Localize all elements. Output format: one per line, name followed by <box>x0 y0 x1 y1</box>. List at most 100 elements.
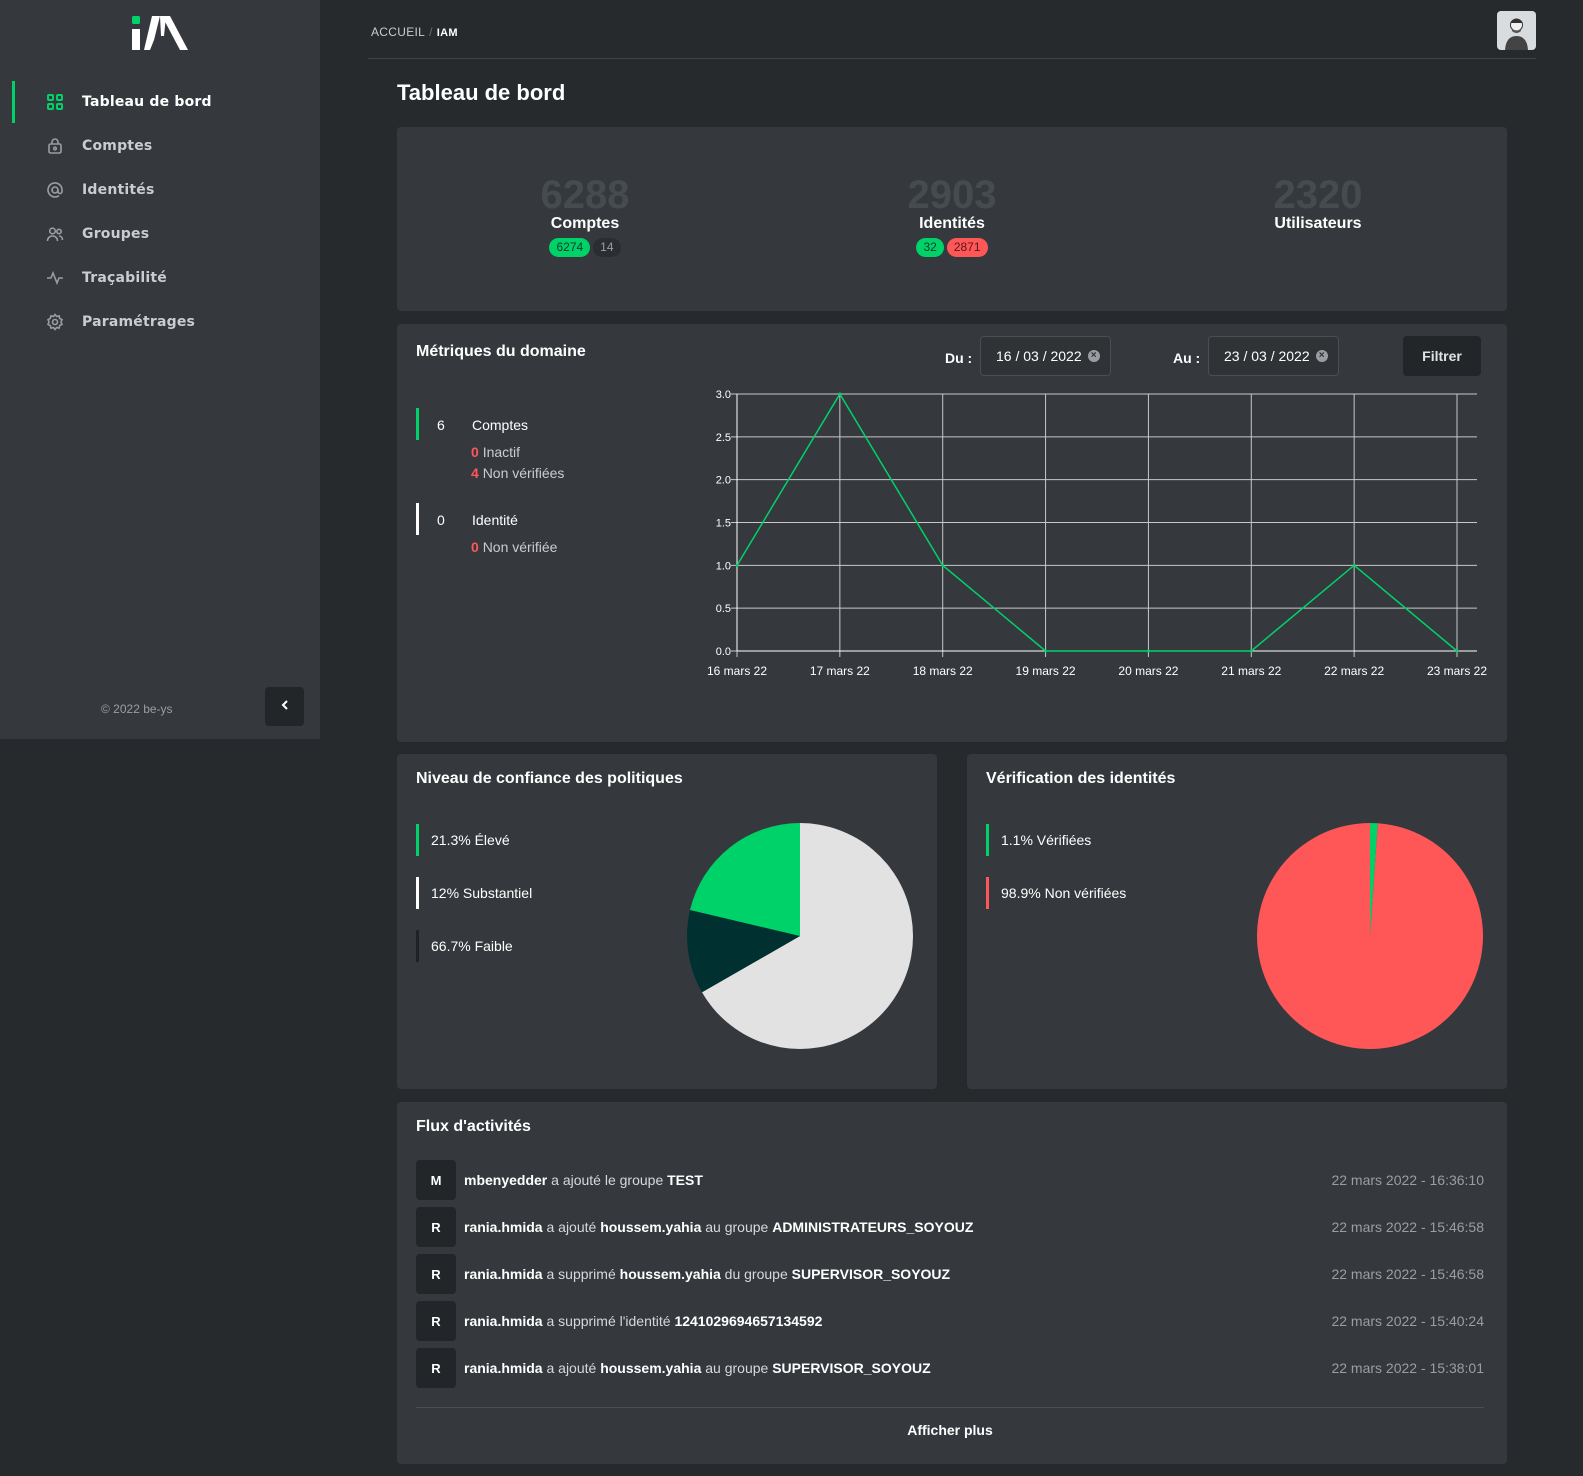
sidebar-item-comptes[interactable]: Comptes <box>0 124 320 168</box>
confiance-pie-chart <box>687 823 913 1049</box>
metric-label: Comptes <box>472 417 529 433</box>
breadcrumb-current: IAM <box>436 27 458 39</box>
breadcrumb-home[interactable]: ACCUEIL <box>371 25 425 39</box>
sidebar-item-label: Paramétrages <box>82 314 196 330</box>
user-avatar[interactable] <box>1497 11 1536 50</box>
sidebar-item-label: Comptes <box>82 138 153 154</box>
badge-active: 6274 <box>549 238 591 257</box>
legend-text: 1.1% Vérifiées <box>1001 832 1092 848</box>
from-date-input[interactable]: 16 / 03 / 2022 × <box>980 336 1111 376</box>
show-more-button[interactable]: Afficher plus <box>397 1422 1503 1438</box>
to-label: Au : <box>1173 350 1201 366</box>
from-label: Du : <box>945 350 973 366</box>
x-tick-label: 21 mars 22 <box>1221 664 1281 678</box>
activity-avatar: R <box>416 1254 456 1294</box>
activity-time: 22 mars 2022 - 15:46:58 <box>1331 1266 1484 1282</box>
sidebar-item-identites[interactable]: Identités <box>0 168 320 212</box>
activity-time: 22 mars 2022 - 15:38:01 <box>1331 1360 1484 1376</box>
from-date-value: 16 / 03 / 2022 <box>996 348 1082 364</box>
legend-text: 12% Substantiel <box>431 885 533 901</box>
page-title: Tableau de bord <box>397 80 566 105</box>
legend-item-substantiel: 12% Substantiel <box>416 877 532 909</box>
activity-card: Flux d'activités Mmbenyedder a ajouté le… <box>397 1102 1507 1464</box>
legend-bar <box>416 824 419 856</box>
metric-count: 6 <box>437 417 445 433</box>
data-point <box>1146 649 1150 653</box>
sidebar-item-parametrages[interactable]: Paramétrages <box>0 300 320 344</box>
grid-icon <box>44 91 66 113</box>
activity-row: Rrania.hmida a supprimé l'identité 12410… <box>416 1301 1484 1341</box>
to-date-value: 23 / 03 / 2022 <box>1224 348 1310 364</box>
activity-avatar: M <box>416 1160 456 1200</box>
activity-text: mbenyedder a ajouté le groupe TEST <box>464 1172 703 1188</box>
stat-value: 2903 <box>907 173 997 217</box>
users-icon <box>44 223 66 245</box>
badge-verified: 32 <box>916 238 944 257</box>
stat-value: 6288 <box>540 173 630 217</box>
data-point <box>1044 649 1048 653</box>
activity-row: Rrania.hmida a ajouté houssem.yahia au g… <box>416 1207 1484 1247</box>
y-tick-label: 2.5 <box>716 432 731 444</box>
legend-text: 98.9% Non vérifiées <box>1001 885 1127 901</box>
y-tick-label: 2.0 <box>716 475 731 487</box>
sidebar-item-tracabilite[interactable]: Traçabilité <box>0 256 320 300</box>
metrics-title: Métriques du domaine <box>416 343 586 360</box>
to-date-input[interactable]: 23 / 03 / 2022 × <box>1208 336 1339 376</box>
metric-comptes: 6 Comptes 0 Inactif 4 Non vérifiées <box>416 408 666 488</box>
sidebar-item-tableau-de-bord[interactable]: Tableau de bord <box>0 80 320 124</box>
copyright: © 2022 be-ys <box>101 702 173 716</box>
activity-time: 22 mars 2022 - 15:40:24 <box>1331 1313 1484 1329</box>
confiance-card: Niveau de confiance des politiques 21.3%… <box>397 754 937 1089</box>
metric-count: 0 <box>437 512 445 528</box>
metrics-card: Métriques du domaine Du : 16 / 03 / 2022… <box>397 324 1507 742</box>
legend-text: 66.7% Faible <box>431 938 513 954</box>
data-point <box>1455 649 1459 653</box>
badge-unverified: 2871 <box>946 238 988 257</box>
stat-comptes[interactable]: 6288 Comptes 6274 14 <box>465 173 705 257</box>
y-tick-label: 3.0 <box>716 389 731 401</box>
activity-text: rania.hmida a supprimé houssem.yahia du … <box>464 1266 951 1282</box>
sidebar-item-label: Groupes <box>82 226 150 242</box>
sidebar-item-label: Traçabilité <box>82 270 167 286</box>
collapse-sidebar-button[interactable] <box>265 687 304 726</box>
clear-icon[interactable]: × <box>1315 350 1328 362</box>
data-point <box>838 392 842 396</box>
stat-utilisateurs[interactable]: 2320 Utilisateurs <box>1198 173 1438 233</box>
breadcrumb-separator: / <box>429 25 433 39</box>
data-point <box>1352 563 1356 567</box>
stat-identites[interactable]: 2903 Identités 32 2871 <box>832 173 1072 257</box>
legend-bar <box>986 877 989 909</box>
stat-label: Comptes <box>550 215 620 232</box>
header-divider <box>368 58 1536 59</box>
x-tick-label: 20 mars 22 <box>1118 664 1178 678</box>
activity-time: 22 mars 2022 - 15:46:58 <box>1331 1219 1484 1235</box>
x-tick-label: 16 mars 22 <box>707 664 767 678</box>
metric-inactive: 0 Inactif <box>471 444 521 460</box>
clear-icon[interactable]: × <box>1087 350 1100 362</box>
sidebar-item-groupes[interactable]: Groupes <box>0 212 320 256</box>
verification-card: Vérification des identités 1.1% Vérifiée… <box>967 754 1507 1089</box>
data-point <box>735 563 739 567</box>
avatar-image <box>1497 11 1536 50</box>
legend-item-non-verifiees: 98.9% Non vérifiées <box>986 877 1126 909</box>
stat-value: 2320 <box>1273 173 1363 217</box>
x-tick-label: 19 mars 22 <box>1016 664 1076 678</box>
sidebar: Tableau de bord Comptes Identités Groupe… <box>0 0 320 739</box>
metric-bar <box>416 503 419 535</box>
metric-label: Identité <box>472 512 518 528</box>
legend-item-verifiees: 1.1% Vérifiées <box>986 824 1091 856</box>
legend-bar <box>416 877 419 909</box>
data-point <box>1249 649 1253 653</box>
stat-label: Identités <box>919 215 985 232</box>
x-tick-label: 17 mars 22 <box>810 664 870 678</box>
activity-text: rania.hmida a ajouté houssem.yahia au gr… <box>464 1219 974 1235</box>
confiance-title: Niveau de confiance des politiques <box>416 770 683 787</box>
iam-logo[interactable] <box>130 12 192 54</box>
pie-slice-non-vérifiées[interactable] <box>1257 823 1483 1049</box>
x-tick-label: 23 mars 22 <box>1427 664 1487 678</box>
activity-text: rania.hmida a supprimé l'identité 124102… <box>464 1313 823 1329</box>
sidebar-nav: Tableau de bord Comptes Identités Groupe… <box>0 80 320 344</box>
activity-divider <box>416 1407 1484 1408</box>
activity-row: Rrania.hmida a supprimé houssem.yahia du… <box>416 1254 1484 1294</box>
filter-button[interactable]: Filtrer <box>1403 336 1481 376</box>
